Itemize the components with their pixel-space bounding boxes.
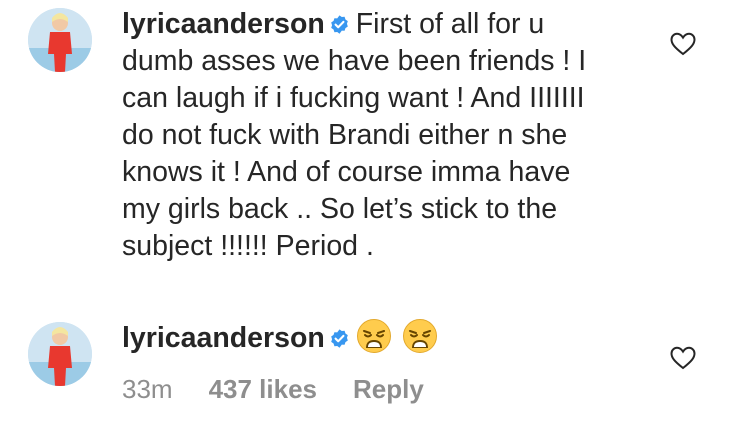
heart-icon[interactable] [670, 346, 696, 370]
weary-face-emoji [356, 318, 392, 354]
avatar[interactable] [28, 322, 92, 386]
comment-meta: 33m 437 likes Reply [122, 374, 460, 405]
heart-icon[interactable] [670, 32, 696, 56]
avatar-image [28, 8, 92, 72]
comment-body: lyricaanderson First of all for u dumb as… [122, 6, 602, 265]
comment-time: 33m [122, 374, 173, 404]
comment-username[interactable]: lyricaanderson [122, 8, 325, 40]
comment-body: lyricaanderson [122, 318, 602, 357]
comment-username[interactable]: lyricaanderson [122, 322, 325, 354]
verified-badge-icon [329, 328, 350, 349]
avatar-image [28, 322, 92, 386]
verified-badge-icon [329, 14, 350, 35]
reply-button[interactable]: Reply [353, 374, 424, 404]
likes-count[interactable]: 437 likes [209, 374, 317, 404]
comment-text: First of all for u dumb asses we have be… [122, 8, 587, 262]
weary-face-emoji [402, 318, 438, 354]
avatar[interactable] [28, 8, 92, 72]
